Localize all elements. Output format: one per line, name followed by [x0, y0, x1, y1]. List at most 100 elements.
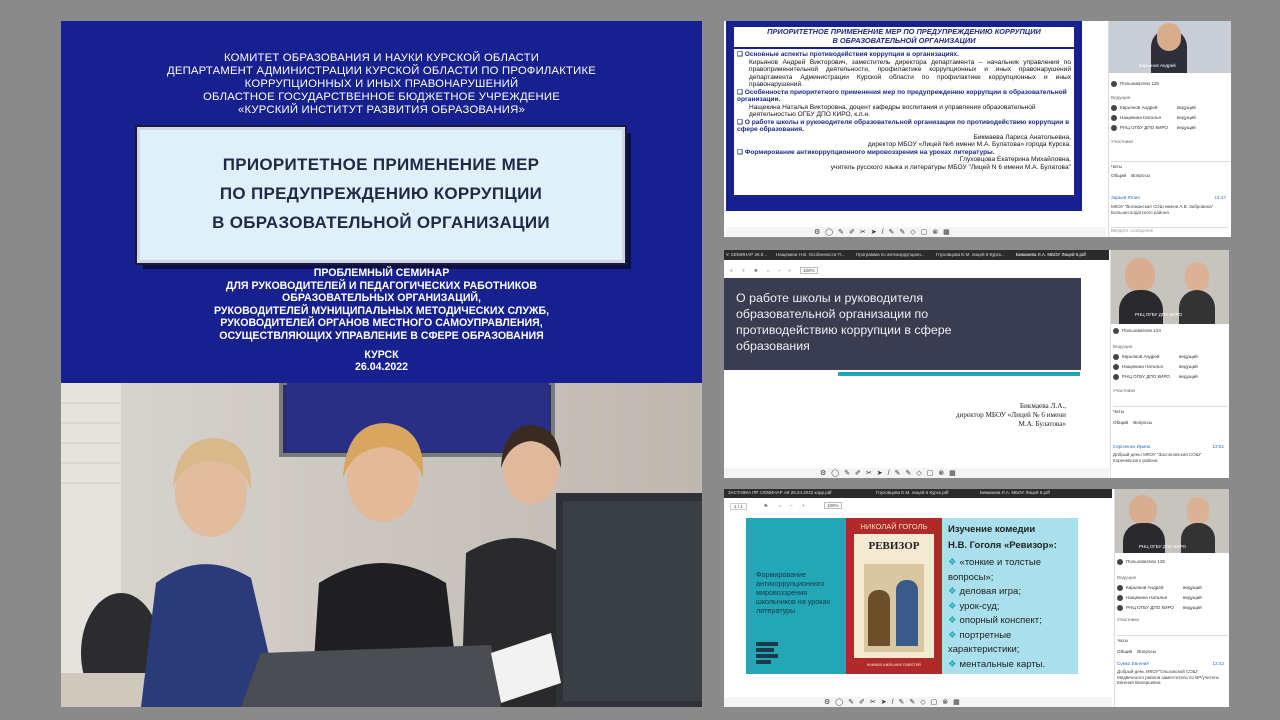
slide-header: О работе школы и руководителя образовате…: [724, 278, 1081, 370]
chat-header[interactable]: Чаты: [1117, 635, 1228, 645]
zoom-level[interactable]: 100%: [824, 502, 842, 509]
slide-heading: Изучение комедии: [948, 524, 1036, 535]
move-icon[interactable]: ✥: [764, 503, 768, 509]
seminar-city: КУРСК: [364, 348, 399, 361]
zoom-out-icon[interactable]: −: [790, 503, 793, 508]
method-item: ❖ деловая игра;: [948, 586, 1021, 597]
book-author: НИКОЛАЙ ГОГОЛЬ: [860, 522, 928, 531]
document-tab[interactable]: Глуховцова Е.М. лицей 6 Курск.pdf: [876, 490, 949, 495]
book-cover: НИКОЛАЙ ГОГОЛЬ РЕВИЗОР книжка шкільних п…: [846, 518, 942, 674]
slide-title: О работе школы и руководителя образовате…: [736, 291, 952, 353]
seminar-line: ОСУЩЕСТВЛЯЮЩИХ УПРАВЛЕНИЕ В СФЕРЕ ОБРАЗО…: [219, 329, 544, 342]
agenda-item-1: ❑ Основные аспекты противодействия корру…: [737, 51, 959, 58]
document-tab[interactable]: Нащекина Н.В. Особенности П...: [776, 252, 845, 257]
chevron-left-icon[interactable]: <: [730, 268, 733, 273]
agenda-speaker-1: Кирьянов Андрей Викторович, заместитель …: [749, 58, 1071, 89]
webinar-window-1: ‹ ✥ ПРИОРИТЕТНОЕ ПРИМЕНЕНИЕ МЕР ПО ПРЕДУ…: [724, 21, 1231, 237]
document-tab-active[interactable]: Бикмаева Л.А. МБОУ Лицей 6.pdf: [1016, 252, 1086, 257]
slide-title-line: ПРИОРИТЕТНОЕ ПРИМЕНЕНИЕ МЕР ПО ПРЕДУПРЕЖ…: [767, 27, 1041, 36]
method-item: ❖ ментальные карты.: [948, 658, 1046, 670]
fit-icon[interactable]: ⇔: [778, 503, 783, 508]
participant-row[interactable]: Кирьянов Андрей ведущий: [1111, 103, 1230, 112]
method-item: ❖ опорный конспект;: [948, 615, 1042, 626]
photo-illustration: [61, 383, 702, 707]
document-tab[interactable]: Глуховцова Е.М. лицей 6 Курск...: [936, 252, 1005, 257]
agenda-speaker-2: Нащекина Наталья Викторовна, доцент кафе…: [749, 103, 1036, 119]
author-position: директор МБОУ «Лицей № 6 имени: [955, 411, 1066, 419]
participants-header[interactable]: Пользователи 126: [1117, 557, 1228, 566]
agenda-list: ❑ Основные аспекты противодействия корру…: [734, 51, 1074, 171]
seminar-line: ОБРАЗОВАТЕЛЬНЫХ ОРГАНИЗАЦИЙ,: [282, 292, 481, 305]
move-icon[interactable]: ✥: [754, 268, 758, 274]
participant-row[interactable]: РНЦ ОГБУ ДПО КИРО ведущий: [1113, 372, 1228, 381]
seminar-date: 26.04.2022: [354, 361, 409, 374]
chat-input[interactable]: Введите сообщение: [1111, 227, 1229, 233]
participant-row[interactable]: Кирьянов Андрей ведущий: [1113, 352, 1228, 361]
zoom-level[interactable]: 100%: [800, 267, 818, 274]
users-icon: [1111, 80, 1117, 87]
participant-row[interactable]: РНЦ ОГБУ ДПО КИРО ведущий: [1111, 123, 1230, 132]
document-tab[interactable]: ЗАСТАВКА ПР. СЕМИНАР АК 26.04.2022 корр.…: [728, 490, 832, 495]
slide-title-line: В ОБРАЗОВАТЕЛЬНОЙ ОРГАНИЗАЦИИ: [832, 36, 976, 45]
chat-message: МКОУ "Волжанская СОШ имени А.В. Забровин…: [1111, 204, 1214, 215]
organizer-line: ДЕПАРТАМЕНТ АДМИНИСТРАЦИИ КУРСКОЙ ОБЛАСТ…: [167, 65, 596, 77]
chat-tabs[interactable]: Общий Вопросы: [1111, 171, 1230, 180]
document-tabs: У. СЕМИНАР 26.0... Нащекина Н.В. Особенн…: [724, 250, 1109, 260]
camera-label: РНЦ ОГБУ ДПО КИРО: [1139, 544, 1187, 549]
agenda-speaker-3a: Бикмаева Лариса Анатольевна,: [973, 133, 1071, 141]
users-icon: [1117, 558, 1123, 565]
event-photo: [61, 383, 702, 707]
participants-sidebar: РНЦ ОГБУ ДПО КИРО Пользователи 126 Ведущ…: [1114, 489, 1229, 707]
chat-header[interactable]: Чаты: [1113, 406, 1228, 416]
document-tab[interactable]: Бикмаева Л.А. МБОУ Лицей 6.pdf: [980, 490, 1050, 495]
seminar-title-line: ПО ПРЕДУПРЕЖДЕНИЮ КОРРУПЦИИ: [219, 184, 543, 203]
organizer-line: КОРРУПЦИОННЫХ И ИНЫХ ПРАВОНАРУШЕНИЙ: [244, 78, 519, 90]
chevron-right-icon[interactable]: >: [742, 268, 745, 273]
participants-sidebar: РНЦ ОГБУ ДПО КИРО Пользователи 124 Ведущ…: [1110, 250, 1229, 478]
method-list: ❖ «тонкие и толстые вопросы»; ❖ деловая иг…: [948, 556, 1076, 672]
method-item: ❖ «тонкие и толстые вопросы»;: [948, 557, 1041, 583]
participant-row[interactable]: РНЦ ОГБУ ДПО КИРО ведущий: [1117, 603, 1228, 612]
document-tab[interactable]: У. СЕМИНАР 26.0...: [726, 252, 767, 257]
chat-author: Зарьев Юлия 13:47: [1111, 195, 1226, 200]
page-selector[interactable]: 1 / 1: [730, 503, 747, 510]
book-illustration: РЕВИЗОР: [854, 534, 934, 658]
speaker-video: Кирьянов Андрей: [1109, 21, 1231, 73]
zoom-out-icon[interactable]: −: [778, 268, 781, 273]
speaker-video: РНЦ ОГБУ ДПО КИРО: [1111, 250, 1229, 324]
viewer-toolbar: < > ✥ ⇔ − + 100%: [724, 266, 1109, 276]
document-tab[interactable]: Программа по антикоррупцион...: [856, 252, 925, 257]
drawing-toolbar: ⚙◯✎✐✂➤/✎✎◇▢⊗▦: [724, 697, 1112, 707]
slide-author: Бикмаева Л.А., директор МБОУ «Лицей № 6 …: [924, 402, 1066, 429]
chat-tabs[interactable]: Общий Вопросы: [1117, 647, 1228, 656]
zoom-in-icon[interactable]: +: [788, 268, 791, 273]
slide-title: ПРИОРИТЕТНОЕ ПРИМЕНЕНИЕ МЕР ПО ПРЕДУПРЕЖ…: [734, 27, 1074, 45]
chat-tabs[interactable]: Общий Вопросы: [1113, 418, 1228, 427]
organizer-line: «КУРСКИЙ ИНСТИТУТ РАЗВИТИЯ ОБРАЗОВАНИЯ»: [238, 104, 525, 116]
seminar-line: ДЛЯ РУКОВОДИТЕЛЕЙ И ПЕДАГОГИЧЕСКИХ РАБОТ…: [225, 279, 538, 292]
presentation-slide: ПРИОРИТЕТНОЕ ПРИМЕНЕНИЕ МЕР ПО ПРЕДУПРЕЖ…: [726, 21, 1106, 229]
participant-row[interactable]: Кирьянов Андрей ведущий: [1117, 583, 1228, 592]
author-position: М.А. Булатова»: [1018, 420, 1066, 428]
drawing-tools[interactable]: ⚙◯✎✐✂➤/✎✎◇▢⊗▦: [824, 698, 965, 706]
participant-row[interactable]: Нащекина Наталья ведущий: [1113, 362, 1228, 371]
drawing-toolbar: ⚙◯✎✐✂➤/✎✎◇▢⊗▦: [726, 227, 1106, 237]
participants-header[interactable]: Пользователи 124: [1113, 326, 1228, 335]
camera-label: РНЦ ОГБУ ДПО КИРО: [1135, 312, 1183, 317]
drawing-tools[interactable]: ⚙◯✎✐✂➤/✎✎◇▢⊗▦: [814, 228, 955, 236]
participants-header: Участники: [1111, 139, 1133, 144]
slide-heading: Н.В. Гоголя «Ревизор»:: [948, 540, 1057, 551]
fit-icon[interactable]: ⇔: [766, 268, 771, 273]
author-name: Бикмаева Л.А.,: [1019, 402, 1066, 410]
participant-row[interactable]: Нащекина Наталья ведущий: [1111, 113, 1230, 122]
participant-row[interactable]: Нащекина Наталья ведущий: [1117, 593, 1228, 602]
agenda-item-4: ❑ Формирование антикоррупционного мирово…: [737, 148, 995, 156]
seminar-line: РУКОВОДИТЕЛЕЙ МУНИЦИПАЛЬНЫХ МЕТОДИЧЕСКИХ…: [213, 304, 550, 317]
book-footer: книжка шкільних повістей: [867, 662, 921, 667]
drawing-tools[interactable]: ⚙◯✎✐✂➤/✎✎◇▢⊗▦: [820, 469, 961, 477]
chat-header[interactable]: Чаты: [1111, 161, 1230, 171]
leaders-header: Ведущие: [1117, 575, 1137, 580]
viewer-toolbar: 1 / 1 ✥ ⇔ − + 100%: [724, 501, 1112, 511]
zoom-in-icon[interactable]: +: [802, 503, 805, 508]
participants-header[interactable]: Пользователи 126: [1111, 79, 1230, 88]
